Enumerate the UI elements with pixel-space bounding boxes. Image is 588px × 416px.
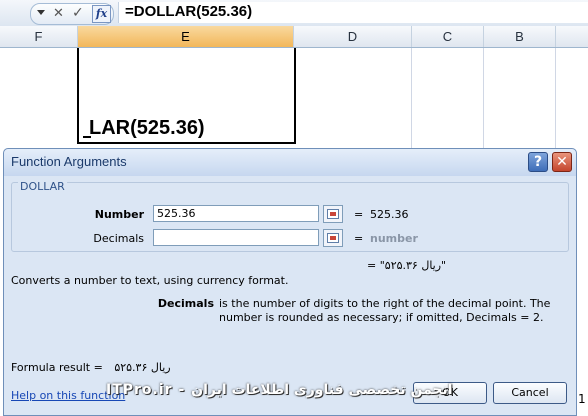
formula-bar-controls: ✕ ✓ fx bbox=[30, 3, 114, 25]
watermark: ITPro.ir - انجمن تخصصی فناوری اطلاعات ای… bbox=[106, 382, 453, 398]
active-cell-text: LAR(525.36) bbox=[89, 117, 205, 139]
function-group: DOLLAR Number 525.36 = 525.36 Decimals =… bbox=[11, 180, 569, 252]
close-icon[interactable]: ✕ bbox=[552, 152, 572, 172]
formula-result-label: Formula result = bbox=[11, 361, 103, 374]
column-header-f[interactable]: F bbox=[0, 26, 78, 47]
number-label: Number bbox=[94, 208, 144, 221]
decimals-equals: = bbox=[354, 232, 364, 245]
grid-line bbox=[555, 48, 556, 148]
active-cell-e[interactable]: LAR(525.36) bbox=[77, 48, 296, 144]
cancel-button[interactable]: Cancel bbox=[493, 382, 567, 404]
formula-result: Formula result = ریال ۵۲۵.۳۶ bbox=[11, 361, 171, 374]
column-header-d[interactable]: D bbox=[294, 26, 412, 47]
insert-function-icon[interactable]: fx bbox=[92, 5, 111, 23]
result-preview: = "ریال ۵۲۵.۳۶" bbox=[367, 259, 447, 272]
decimals-result: number bbox=[370, 232, 418, 245]
help-argument-name: Decimals bbox=[157, 297, 214, 310]
dialog-title-bar[interactable]: Function Arguments ? ✕ bbox=[4, 149, 576, 176]
decimals-input[interactable] bbox=[153, 229, 319, 246]
collapse-dialog-icon bbox=[327, 233, 339, 243]
number-input[interactable]: 525.36 bbox=[153, 205, 319, 222]
grid-line bbox=[483, 48, 484, 148]
decimals-collapse-button[interactable] bbox=[323, 229, 343, 247]
help-argument-text: is the number of digits to the right of … bbox=[219, 297, 551, 324]
number-equals: = bbox=[354, 208, 364, 221]
column-headers: F E D C B bbox=[0, 26, 588, 48]
help-icon[interactable]: ? bbox=[528, 152, 548, 172]
function-arguments-dialog: Function Arguments ? ✕ DOLLAR Number 525… bbox=[3, 148, 577, 416]
name-box-dropdown-icon[interactable] bbox=[37, 10, 45, 15]
column-header-c[interactable]: C bbox=[412, 26, 484, 47]
function-name: DOLLAR bbox=[18, 180, 67, 193]
grid-line bbox=[411, 48, 412, 148]
decimals-label: Decimals bbox=[93, 232, 144, 245]
number-result: 525.36 bbox=[370, 208, 409, 221]
formula-bar: ✕ ✓ fx =DOLLAR(525.36) bbox=[0, 0, 588, 27]
column-header-a[interactable] bbox=[556, 26, 588, 47]
formula-result-value: ریال ۵۲۵.۳۶ bbox=[114, 361, 171, 374]
formula-input[interactable]: =DOLLAR(525.36) bbox=[118, 2, 588, 23]
dialog-title: Function Arguments bbox=[11, 154, 127, 169]
number-collapse-button[interactable] bbox=[323, 205, 343, 223]
column-header-e[interactable]: E bbox=[78, 26, 294, 47]
confirm-entry-icon[interactable]: ✓ bbox=[72, 5, 84, 21]
collapse-dialog-icon bbox=[327, 209, 339, 219]
function-description: Converts a number to text, using currenc… bbox=[11, 274, 289, 287]
cancel-entry-icon[interactable]: ✕ bbox=[53, 6, 64, 21]
formula-text: =DOLLAR(525.36) bbox=[125, 3, 253, 20]
column-header-b[interactable]: B bbox=[484, 26, 556, 47]
page-number: 1 bbox=[578, 392, 586, 406]
